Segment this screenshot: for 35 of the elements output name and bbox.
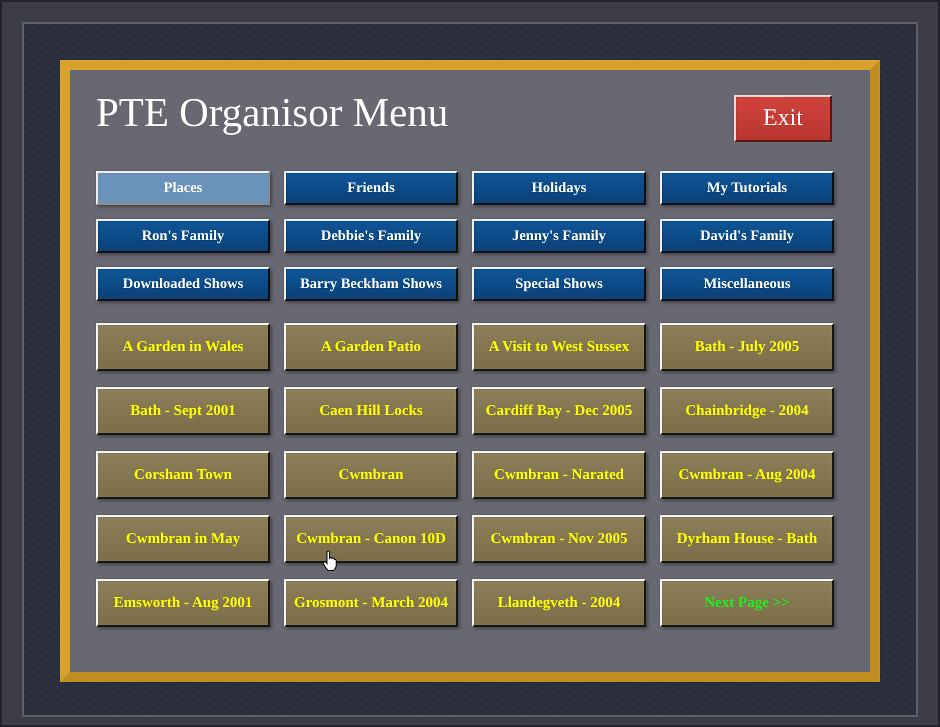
show-button[interactable]: Caen Hill Locks (284, 387, 458, 435)
show-button[interactable]: Cardiff Bay - Dec 2005 (472, 387, 646, 435)
category-tab[interactable]: My Tutorials (660, 171, 834, 205)
show-button[interactable]: Cwmbran - Narated (472, 451, 646, 499)
show-button[interactable]: Cwmbran - Canon 10D (284, 515, 458, 563)
show-button[interactable]: Cwmbran in May (96, 515, 270, 563)
category-tab[interactable]: Ron's Family (96, 219, 270, 253)
category-tab[interactable]: Special Shows (472, 267, 646, 301)
show-button[interactable]: Emsworth - Aug 2001 (96, 579, 270, 627)
category-tab[interactable]: Jenny's Family (472, 219, 646, 253)
menu-title: PTE Organisor Menu (96, 88, 448, 137)
hand-cursor-icon (322, 550, 338, 572)
category-tab[interactable]: Miscellaneous (660, 267, 834, 301)
show-button[interactable]: Cwmbran - Aug 2004 (660, 451, 834, 499)
show-button[interactable]: Cwmbran - Nov 2005 (472, 515, 646, 563)
next-page-button[interactable]: Next Page >> (660, 579, 834, 627)
category-tab[interactable]: Places (96, 171, 270, 205)
category-tab[interactable]: Friends (284, 171, 458, 205)
show-button[interactable]: A Visit to West Sussex (472, 323, 646, 371)
category-tab[interactable]: Debbie's Family (284, 219, 458, 253)
show-button[interactable]: Bath - Sept 2001 (96, 387, 270, 435)
show-button[interactable]: Chainbridge - 2004 (660, 387, 834, 435)
show-button[interactable]: A Garden Patio (284, 323, 458, 371)
exit-button[interactable]: Exit (734, 95, 832, 142)
show-button[interactable]: Bath - July 2005 (660, 323, 834, 371)
category-tab[interactable]: Holidays (472, 171, 646, 205)
category-tab[interactable]: David's Family (660, 219, 834, 253)
show-button[interactable]: A Garden in Wales (96, 323, 270, 371)
show-button[interactable]: Cwmbran (284, 451, 458, 499)
show-button[interactable]: Dyrham House - Bath (660, 515, 834, 563)
show-button[interactable]: Corsham Town (96, 451, 270, 499)
category-tab[interactable]: Downloaded Shows (96, 267, 270, 301)
category-tab[interactable]: Barry Beckham Shows (284, 267, 458, 301)
show-button[interactable]: Llandegveth - 2004 (472, 579, 646, 627)
show-button[interactable]: Grosmont - March 2004 (284, 579, 458, 627)
